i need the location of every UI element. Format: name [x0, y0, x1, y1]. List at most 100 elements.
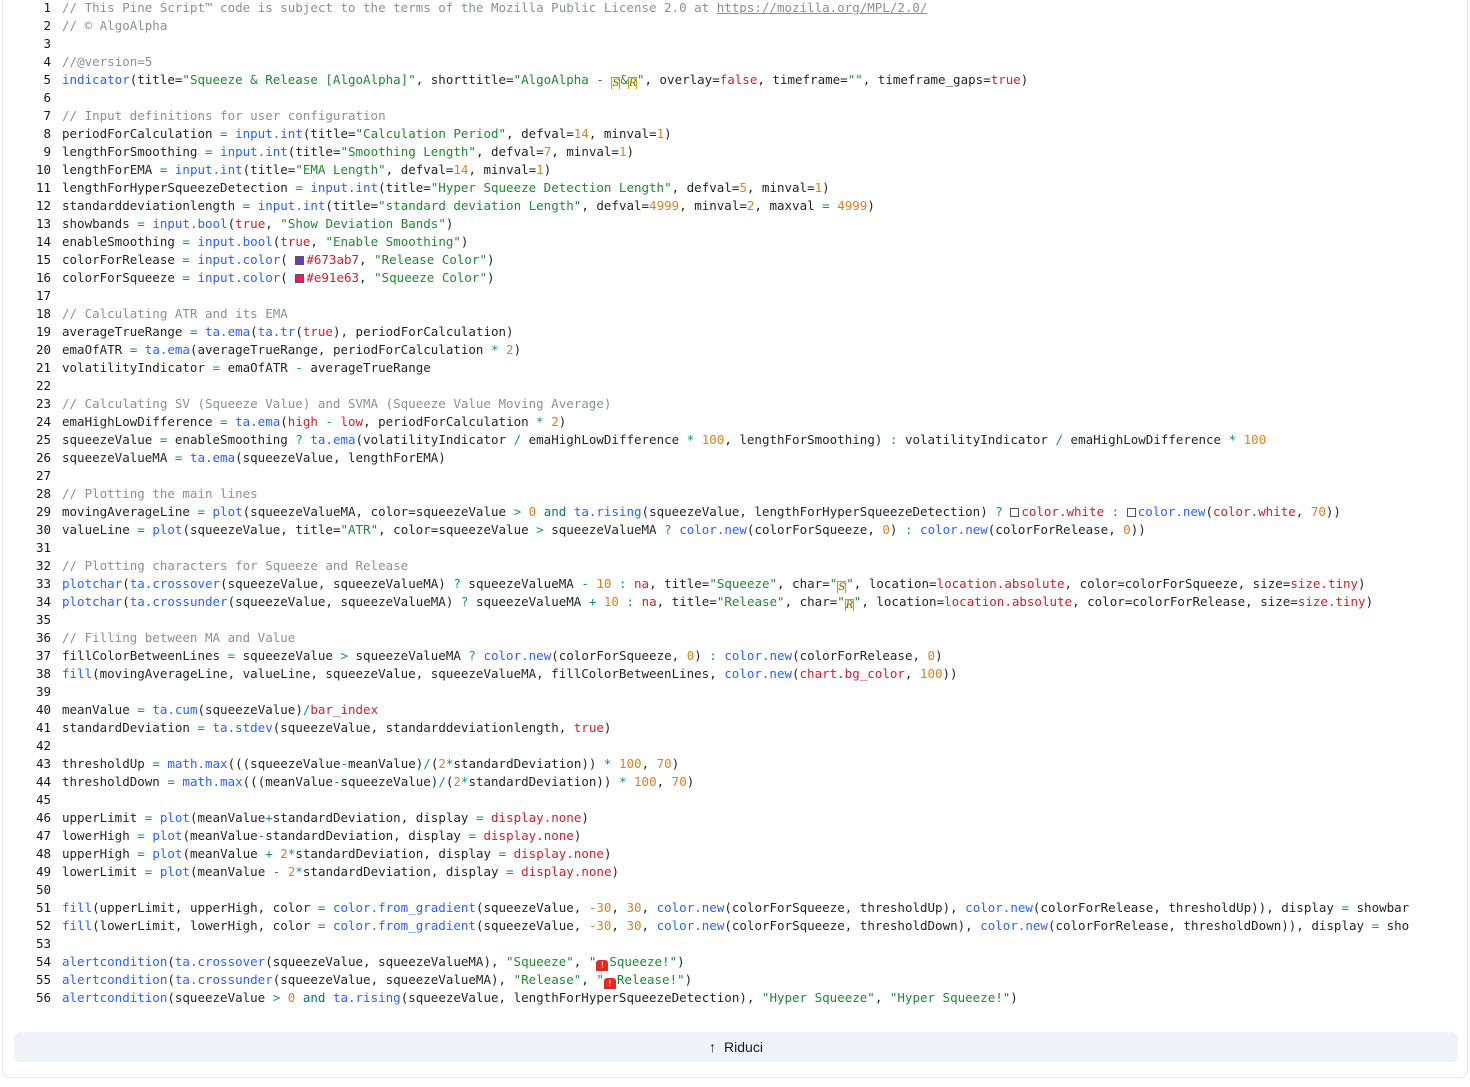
code-token: , overlay=: [644, 72, 720, 87]
code-token: color.new: [656, 900, 725, 915]
code-token: volatilityIndicator: [62, 360, 213, 375]
code-token: /: [423, 756, 431, 771]
line-number: 14: [35, 234, 51, 249]
code-token: ": [846, 576, 854, 591]
code-line: 18 // Calculating ATR and its EMA: [3, 305, 1459, 323]
line-number: 28: [35, 486, 51, 501]
code-token: :: [709, 648, 717, 663]
code-token: ": [829, 576, 838, 591]
line-number: 46: [35, 810, 51, 825]
code-token: "Squeeze": [506, 954, 574, 969]
code-token: ): [664, 126, 672, 141]
code-token: -30: [588, 900, 612, 915]
code-token: , minval=: [588, 126, 657, 141]
code-token: ": [837, 594, 845, 609]
code-token: 2: [438, 756, 446, 771]
code-token: (meanValue: [189, 864, 273, 879]
code-token: (title=: [302, 126, 356, 141]
line-number: 12: [35, 198, 51, 213]
code-line: 11 lengthForHyperSqueezeDetection = input…: [3, 179, 1459, 197]
code-token: , defval=: [506, 126, 574, 141]
code-token: (upperLimit, upperHigh, color: [92, 900, 318, 915]
code-line: 3: [3, 35, 1459, 53]
code-token: =: [506, 864, 514, 879]
code-line: 19 averageTrueRange = ta.ema(ta.tr(true),…: [3, 323, 1459, 341]
line-number: 18: [35, 306, 51, 321]
code-token: color.new: [679, 522, 747, 537]
code-line: 40 meanValue = ta.cum(squeezeValue)/bar_i…: [3, 701, 1459, 719]
code-token: ): [611, 864, 619, 879]
line-code: lowerHigh = plot(meanValue-standardDevia…: [62, 827, 581, 845]
line-number: 41: [35, 720, 51, 735]
code-token: movingAverageLine: [62, 504, 198, 519]
code-token: =: [212, 360, 221, 375]
code-token: (meanValue: [182, 828, 258, 843]
code-line: 50: [3, 881, 1459, 899]
code-token: ,: [874, 990, 890, 1005]
collapse-button-label: Riduci: [724, 1039, 763, 1055]
arrow-up-icon: ↑: [709, 1039, 717, 1055]
code-token: ,: [573, 954, 589, 969]
code-token: plot: [159, 810, 190, 825]
line-code: // This Pine Script™ code is subject to …: [62, 0, 927, 17]
code-token: enableSmoothing: [167, 432, 296, 447]
code-token: colorForSqueeze: [62, 270, 183, 285]
code-token: false: [719, 72, 758, 87]
line-number: 55: [35, 972, 51, 987]
code-token: true: [573, 720, 604, 735]
code-line: 2 // © AlgoAlpha: [3, 17, 1459, 35]
code-token: =: [137, 846, 145, 861]
code-token: =: [498, 846, 507, 861]
code-token: ?: [995, 504, 1003, 519]
code-line: 42: [3, 737, 1459, 755]
code-token: *: [536, 414, 544, 429]
line-number: 15: [35, 252, 51, 267]
line-number: 44: [35, 774, 51, 789]
code-token: 0: [927, 648, 936, 663]
code-token: , location=: [853, 576, 937, 591]
code-token: ?: [468, 648, 476, 663]
code-line: 37 fillColorBetweenLines = squeezeValue >…: [3, 647, 1459, 665]
code-token: input.color: [197, 252, 281, 267]
line-code: plotchar(ta.crossover(squeezeValue, sque…: [62, 575, 1366, 593]
code-token: ?: [453, 576, 461, 591]
line-number: 4: [43, 54, 51, 69]
license-link[interactable]: https://mozilla.org/MPL/2.0/: [717, 0, 928, 15]
code-token: ): [486, 270, 495, 285]
code-token: 1: [814, 180, 823, 195]
code-token: ): [671, 756, 680, 771]
code-token: (squeezeValue,: [475, 900, 589, 915]
line-code: fillColorBetweenLines = squeezeValue > s…: [62, 647, 943, 665]
code-token: (: [280, 252, 296, 267]
code-token: averageTrueRange: [302, 360, 431, 375]
code-token: ta.ema: [189, 450, 236, 465]
code-token: ): [603, 846, 612, 861]
line-number: 32: [35, 558, 51, 573]
code-token: ): [558, 414, 567, 429]
code-token: 100: [634, 774, 657, 789]
line-number: 24: [35, 414, 51, 429]
code-line: 13 showbands = input.bool(true, "Show Dev…: [3, 215, 1459, 233]
code-token: ta.tr: [257, 324, 296, 339]
code-token: "Enable Smoothing": [325, 234, 461, 249]
line-number: 53: [35, 936, 51, 951]
line-code: emaHighLowDifference = ta.ema(high - low…: [62, 413, 566, 431]
code-token: squeezeValueMA: [460, 576, 582, 591]
code-token: ta.crossover: [174, 954, 266, 969]
code-token: 2: [551, 414, 559, 429]
code-token: squeezeValueMA: [543, 522, 665, 537]
code-line: 1 // This Pine Script™ code is subject to…: [3, 0, 1459, 17]
code-token: , minval=: [679, 198, 747, 213]
code-token: indicator: [62, 72, 130, 87]
code-token: chart.bg_color: [799, 666, 905, 681]
line-code: squeezeValueMA = ta.ema(squeezeValue, le…: [62, 449, 446, 467]
collapse-button[interactable]: ↑ Riduci: [14, 1032, 1458, 1062]
code-token: , title=: [656, 594, 717, 609]
